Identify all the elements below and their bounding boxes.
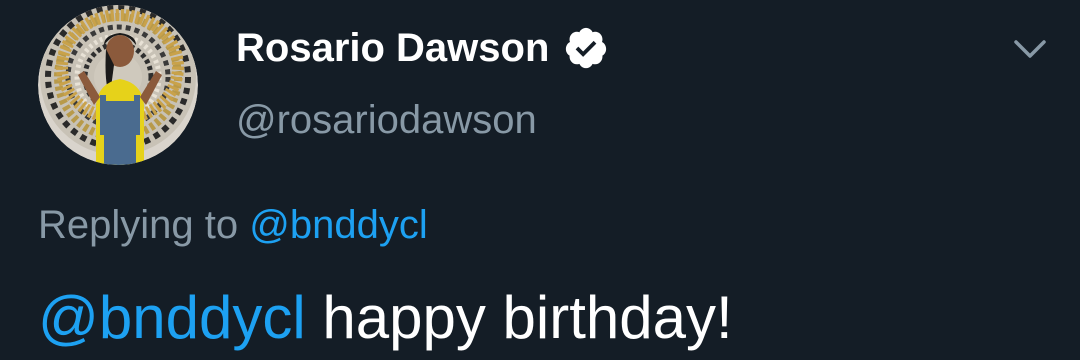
replying-to-line: Replying to @bnddycl — [38, 203, 428, 248]
chevron-down-icon[interactable] — [1010, 28, 1050, 68]
tweet-card: Rosario Dawson @rosariodawson Replying t… — [0, 0, 1080, 360]
verified-badge-icon — [563, 25, 609, 71]
tweet-body-text: happy birthday! — [322, 284, 733, 351]
tweet-text: @bnddycl happy birthday! — [38, 283, 733, 352]
user-handle[interactable]: @rosariodawson — [236, 98, 537, 143]
replying-prefix: Replying to — [38, 203, 239, 247]
display-name[interactable]: Rosario Dawson — [236, 26, 549, 71]
avatar-image — [38, 5, 198, 165]
replying-to-mention-link[interactable]: @bnddycl — [249, 203, 427, 247]
display-name-row[interactable]: Rosario Dawson — [236, 20, 609, 76]
avatar[interactable] — [38, 5, 198, 165]
tweet-mention-link[interactable]: @bnddycl — [38, 284, 306, 351]
